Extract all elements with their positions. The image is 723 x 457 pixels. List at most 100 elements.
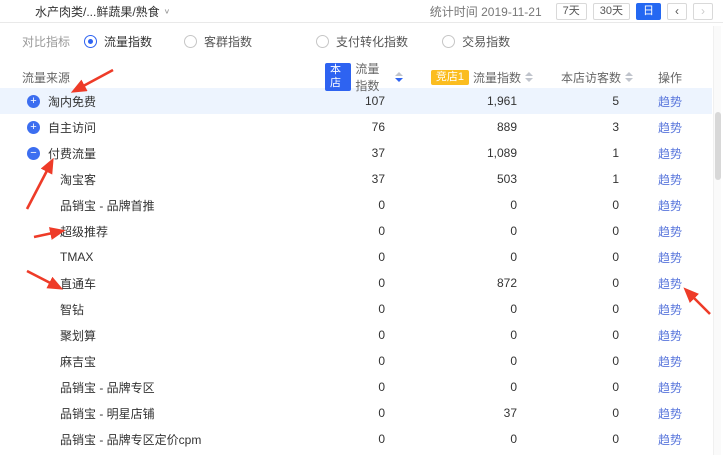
traffic-source-name: 直通车 [60, 275, 96, 292]
own-index-value: 0 [325, 302, 403, 316]
comp-index-value: 0 [403, 432, 533, 446]
sort-icon-visitors[interactable] [625, 72, 633, 82]
own-index-value: 0 [325, 276, 403, 290]
comp-index-value: 0 [403, 224, 533, 238]
comp-index-value: 1,961 [403, 94, 533, 108]
trend-link[interactable]: 趋势 [658, 121, 682, 135]
metric-radio-option[interactable]: 交易指数 [442, 33, 510, 50]
metric-option-label: 交易指数 [462, 33, 510, 50]
table-row: 品销宝 - 品牌专区定价cpm000趋势 [0, 426, 712, 452]
expand-icon[interactable]: + [27, 121, 40, 134]
table-row: 智钻000趋势 [0, 296, 712, 322]
own-index-value: 0 [325, 354, 403, 368]
comp-index-label: 流量指数 [473, 69, 521, 86]
visitors-value: 0 [533, 328, 633, 342]
own-index-value: 0 [325, 380, 403, 394]
trend-link[interactable]: 趋势 [658, 199, 682, 213]
traffic-source-name: 品销宝 - 明星店铺 [60, 405, 155, 422]
visitors-value: 0 [533, 380, 633, 394]
comp-index-value: 0 [403, 198, 533, 212]
traffic-source-name: 自主访问 [48, 119, 96, 136]
visitors-value: 0 [533, 250, 633, 264]
radio-icon [316, 35, 329, 48]
traffic-source-name: 品销宝 - 品牌首推 [60, 197, 155, 214]
own-index-value: 0 [325, 198, 403, 212]
chevron-down-icon: ∨ [164, 7, 171, 16]
comp-index-value: 1,089 [403, 146, 533, 160]
metric-option-label: 支付转化指数 [336, 33, 408, 50]
radio-icon [184, 35, 197, 48]
column-header-action: 操作 [633, 69, 707, 86]
trend-link[interactable]: 趋势 [658, 147, 682, 161]
trend-link[interactable]: 趋势 [658, 303, 682, 317]
category-path: 水产肉类/...鲜蔬果/熟食 [35, 3, 160, 20]
comp-index-value: 872 [403, 276, 533, 290]
visitors-value: 1 [533, 146, 633, 160]
column-header-comp-index[interactable]: 竞店1 流量指数 [403, 69, 533, 86]
column-header-own-index[interactable]: 本店 流量指数 [325, 60, 403, 94]
visitors-value: 0 [533, 302, 633, 316]
range-7d-button[interactable]: 7天 [556, 3, 587, 20]
scrollbar-thumb[interactable] [715, 112, 721, 180]
prev-day-button[interactable]: ‹ [667, 3, 687, 20]
column-header-visitors[interactable]: 本店访客数 [533, 69, 633, 86]
table-row: 淘宝客375031趋势 [0, 166, 712, 192]
metric-options: 流量指数 客群指数 支付转化指数 交易指数 [84, 33, 510, 51]
trend-link[interactable]: 趋势 [658, 329, 682, 343]
trend-link[interactable]: 趋势 [658, 381, 682, 395]
visitors-value: 5 [533, 94, 633, 108]
range-day-button[interactable]: 日 [636, 3, 661, 20]
comp-index-value: 37 [403, 406, 533, 420]
trend-link[interactable]: 趋势 [658, 95, 682, 109]
metric-radio-option[interactable]: 客群指数 [184, 33, 252, 50]
traffic-source-table: 流量来源 本店 流量指数 竞店1 流量指数 本店访客数 操作 +淘内免费1071… [0, 60, 712, 452]
visitors-value: 0 [533, 198, 633, 212]
table-body: +淘内免费1071,9615趋势+自主访问768893趋势−付费流量371,08… [0, 88, 712, 452]
trend-link[interactable]: 趋势 [658, 225, 682, 239]
trend-link[interactable]: 趋势 [658, 355, 682, 369]
trend-link[interactable]: 趋势 [658, 251, 682, 265]
traffic-source-name: 品销宝 - 品牌专区定价cpm [60, 431, 201, 448]
sort-icon-own[interactable] [395, 72, 403, 82]
metric-option-label: 客群指数 [204, 33, 252, 50]
visitors-value: 0 [533, 406, 633, 420]
comp-index-value: 889 [403, 120, 533, 134]
sort-icon-comp[interactable] [525, 72, 533, 82]
own-index-value: 0 [325, 250, 403, 264]
expand-icon[interactable]: + [27, 95, 40, 108]
metric-radio-option[interactable]: 支付转化指数 [316, 33, 408, 50]
competitor-badge: 竞店1 [431, 70, 469, 85]
table-row: 直通车08720趋势 [0, 270, 712, 296]
comp-index-value: 0 [403, 250, 533, 264]
analytics-page: 水产肉类/...鲜蔬果/熟食 ∨ 统计时间 2019-11-21 7天 30天 … [0, 0, 723, 457]
date-controls: 统计时间 2019-11-21 7天 30天 日 ‹ › [430, 3, 713, 20]
collapse-icon[interactable]: − [27, 147, 40, 160]
table-row: 超级推荐000趋势 [0, 218, 712, 244]
visitors-value: 3 [533, 120, 633, 134]
table-row: +自主访问768893趋势 [0, 114, 712, 140]
trend-link[interactable]: 趋势 [658, 277, 682, 291]
own-index-value: 0 [325, 224, 403, 238]
trend-link[interactable]: 趋势 [658, 173, 682, 187]
scrollbar-track[interactable] [713, 26, 721, 455]
trend-link[interactable]: 趋势 [658, 407, 682, 421]
traffic-source-name: 淘内免费 [48, 93, 96, 110]
traffic-source-name: 聚划算 [60, 327, 96, 344]
traffic-source-name: 付费流量 [48, 145, 96, 162]
own-index-value: 0 [325, 406, 403, 420]
visitors-value: 0 [533, 432, 633, 446]
metric-radio-selected[interactable]: 流量指数 [84, 33, 152, 50]
visitors-value: 1 [533, 172, 633, 186]
table-header-row: 流量来源 本店 流量指数 竞店1 流量指数 本店访客数 操作 [0, 60, 712, 88]
range-30d-button[interactable]: 30天 [593, 3, 630, 20]
visitors-value: 0 [533, 354, 633, 368]
table-row: 品销宝 - 明星店铺 0370 趋势 [0, 400, 712, 426]
comp-index-value: 0 [403, 302, 533, 316]
trend-link[interactable]: 趋势 [658, 433, 682, 447]
category-selector[interactable]: 水产肉类/...鲜蔬果/熟食 ∨ [35, 3, 170, 20]
top-bar: 水产肉类/...鲜蔬果/熟食 ∨ 统计时间 2019-11-21 7天 30天 … [0, 0, 723, 23]
table-row: −付费流量371,0891趋势 [0, 140, 712, 166]
traffic-source-name: 智钻 [60, 301, 84, 318]
table-row: 品销宝 - 品牌首推000趋势 [0, 192, 712, 218]
next-day-button[interactable]: › [693, 3, 713, 20]
